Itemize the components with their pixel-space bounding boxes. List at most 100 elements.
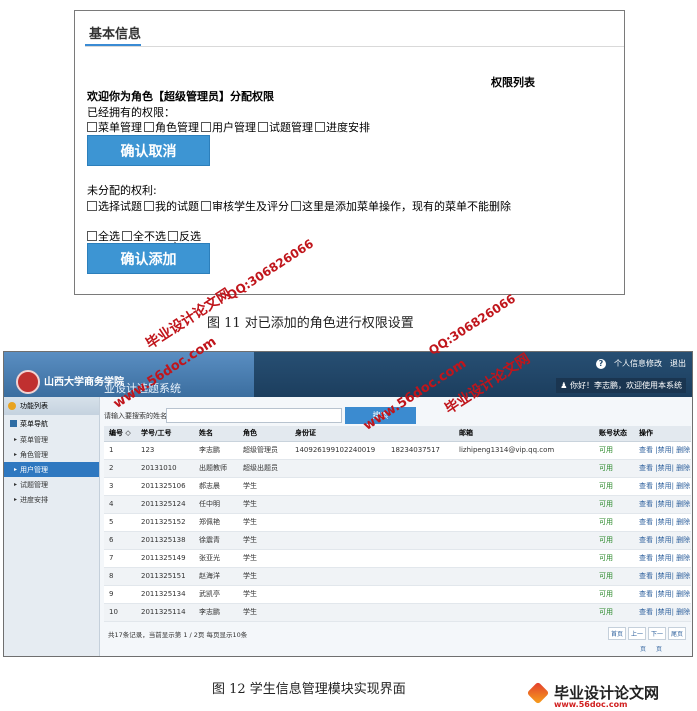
table-cell: 123 (136, 441, 194, 460)
sidebar-item[interactable]: 菜单管理 (4, 432, 99, 447)
confirm-add-button[interactable]: 确认添加 (87, 243, 210, 274)
row-actions[interactable]: 查看 |禁用| 删除 (634, 513, 691, 532)
owned-permission-checkbox[interactable]: 角色管理 (144, 119, 199, 135)
checkbox-icon[interactable] (291, 201, 301, 211)
table-row: 9 2011325134 武凯亭 学生 可用 查看 |禁用| 删除 (104, 585, 691, 604)
checkbox-icon[interactable] (87, 231, 97, 241)
checkbox-icon[interactable] (87, 201, 97, 211)
column-header: 姓名 (194, 426, 238, 442)
table-cell (454, 549, 594, 568)
top-links: ? 个人信息修改 退出 (596, 358, 686, 369)
sidebar-item[interactable]: 用户管理 (4, 462, 99, 477)
table-cell: 任中明 (194, 495, 238, 514)
table-row: 7 2011325149 张亚光 学生 可用 查看 |禁用| 删除 (104, 549, 691, 568)
sidebar: 功能列表 菜单导航 菜单管理角色管理用户管理试题管理进度安排 (4, 397, 100, 656)
sidebar-item[interactable]: 进度安排 (4, 492, 99, 507)
table-cell: 7 (104, 549, 136, 568)
column-header: 角色 (238, 426, 290, 442)
table-cell (454, 459, 594, 478)
table-cell (290, 567, 386, 586)
checkbox-icon[interactable] (87, 122, 97, 132)
row-actions[interactable]: 查看 |禁用| 删除 (634, 441, 691, 460)
row-actions[interactable]: 查看 |禁用| 删除 (634, 531, 691, 550)
table-cell: 3 (104, 477, 136, 496)
checkbox-icon[interactable] (122, 231, 132, 241)
row-actions[interactable]: 查看 |禁用| 删除 (634, 585, 691, 604)
table-cell: 2011325124 (136, 495, 194, 514)
table-cell (454, 477, 594, 496)
checkbox-icon[interactable] (315, 122, 325, 132)
help-icon[interactable]: ? (596, 358, 606, 369)
page-button[interactable]: 首页 (607, 627, 626, 640)
checkbox-icon[interactable] (144, 201, 154, 211)
logout-link[interactable]: 退出 (670, 358, 686, 369)
unassigned-permission-checkbox[interactable]: 审核学生及评分 (201, 198, 289, 214)
table-row: 10 2011325114 李志鹏 学生 可用 查看 |禁用| 删除 (104, 603, 691, 622)
table-cell (386, 549, 454, 568)
unassigned-permission-label: 审核学生及评分 (212, 200, 289, 213)
row-actions[interactable]: 查看 |禁用| 删除 (634, 549, 691, 568)
unassigned-permission-checkbox[interactable]: 这里是添加菜单操作，现有的菜单不能删除 (291, 198, 511, 214)
unassigned-permission-label: 这里是添加菜单操作，现有的菜单不能删除 (302, 200, 511, 213)
table-cell (454, 531, 594, 550)
table-cell: 2 (104, 459, 136, 478)
table-cell: 李志鹏 (194, 603, 238, 622)
column-header: 学号/工号 (136, 426, 194, 442)
owned-permission-checkbox[interactable]: 试题管理 (258, 119, 313, 135)
confirm-cancel-button[interactable]: 确认取消 (87, 135, 210, 166)
table-cell (290, 495, 386, 514)
page-link[interactable]: 页 (656, 644, 662, 653)
checkbox-icon[interactable] (258, 122, 268, 132)
table-cell: 2011325138 (136, 531, 194, 550)
page-button[interactable]: 尾页 (667, 627, 686, 640)
owned-permission-label: 用户管理 (212, 121, 256, 134)
table-cell: 武凯亭 (194, 585, 238, 604)
checkbox-icon[interactable] (201, 122, 211, 132)
sidebar-head-label: 功能列表 (20, 402, 48, 410)
row-actions[interactable]: 查看 |禁用| 删除 (634, 567, 691, 586)
select-option-checkbox[interactable]: 全选 (87, 228, 120, 244)
owned-permission-checkbox[interactable]: 进度安排 (315, 119, 370, 135)
checkbox-icon[interactable] (144, 122, 154, 132)
function-list-icon (8, 402, 16, 410)
row-actions[interactable]: 查看 |禁用| 删除 (634, 603, 691, 622)
table-cell: 18234037517 (386, 441, 454, 460)
page-button[interactable]: 上一 (627, 627, 646, 640)
student-management-screen: 山西大学商务学院 业设计选题系统 ? 个人信息修改 退出 ♟ 你好！李志鹏，欢迎… (3, 351, 693, 657)
unassigned-permission-checkbox[interactable]: 我的试题 (144, 198, 199, 214)
row-actions[interactable]: 查看 |禁用| 删除 (634, 459, 691, 478)
table-row: 6 2011325138 徐震青 学生 可用 查看 |禁用| 删除 (104, 531, 691, 550)
column-header[interactable]: 编号 ◇ (104, 426, 136, 442)
sidebar-nav[interactable]: 菜单导航 (4, 415, 99, 432)
table-cell: 张亚光 (194, 549, 238, 568)
table-cell (386, 477, 454, 496)
row-actions[interactable]: 查看 |禁用| 删除 (634, 477, 691, 496)
table-cell: 1 (104, 441, 136, 460)
table-cell: 学生 (238, 549, 290, 568)
brand-footer: 毕业设计论文网 www.56doc.com (526, 681, 659, 709)
sidebar-item[interactable]: 试题管理 (4, 477, 99, 492)
greeting: ♟ 你好！李志鹏，欢迎使用本系统 (556, 378, 686, 393)
owned-permission-checkbox[interactable]: 用户管理 (201, 119, 256, 135)
table-cell: 5 (104, 513, 136, 532)
owned-permission-checkbox[interactable]: 菜单管理 (87, 119, 142, 135)
table-cell (454, 585, 594, 604)
page-link[interactable]: 页 (640, 644, 646, 653)
figure-12-caption: 图 12 学生信息管理模块实现界面 (212, 682, 406, 697)
page-button[interactable]: 下一 (647, 627, 666, 640)
table-cell: 李志鹏 (194, 441, 238, 460)
brand-url: www.56doc.com (554, 700, 628, 709)
select-option-label: 全选 (98, 230, 120, 243)
table-cell: 可用 (594, 459, 634, 478)
sidebar-nav-label: 菜单导航 (20, 419, 48, 428)
row-actions[interactable]: 查看 |禁用| 删除 (634, 495, 691, 514)
select-option-checkbox[interactable]: 全不选 (122, 228, 166, 244)
unassigned-permission-checkbox[interactable]: 选择试题 (87, 198, 142, 214)
owned-permissions: 菜单管理 角色管理 用户管理 试题管理 进度安排 (87, 119, 372, 135)
profile-link[interactable]: 个人信息修改 (614, 358, 662, 369)
unassigned-permission-label: 我的试题 (155, 200, 199, 213)
checkbox-icon[interactable] (201, 201, 211, 211)
table-cell: 学生 (238, 477, 290, 496)
search-input[interactable] (166, 408, 342, 423)
sidebar-item[interactable]: 角色管理 (4, 447, 99, 462)
